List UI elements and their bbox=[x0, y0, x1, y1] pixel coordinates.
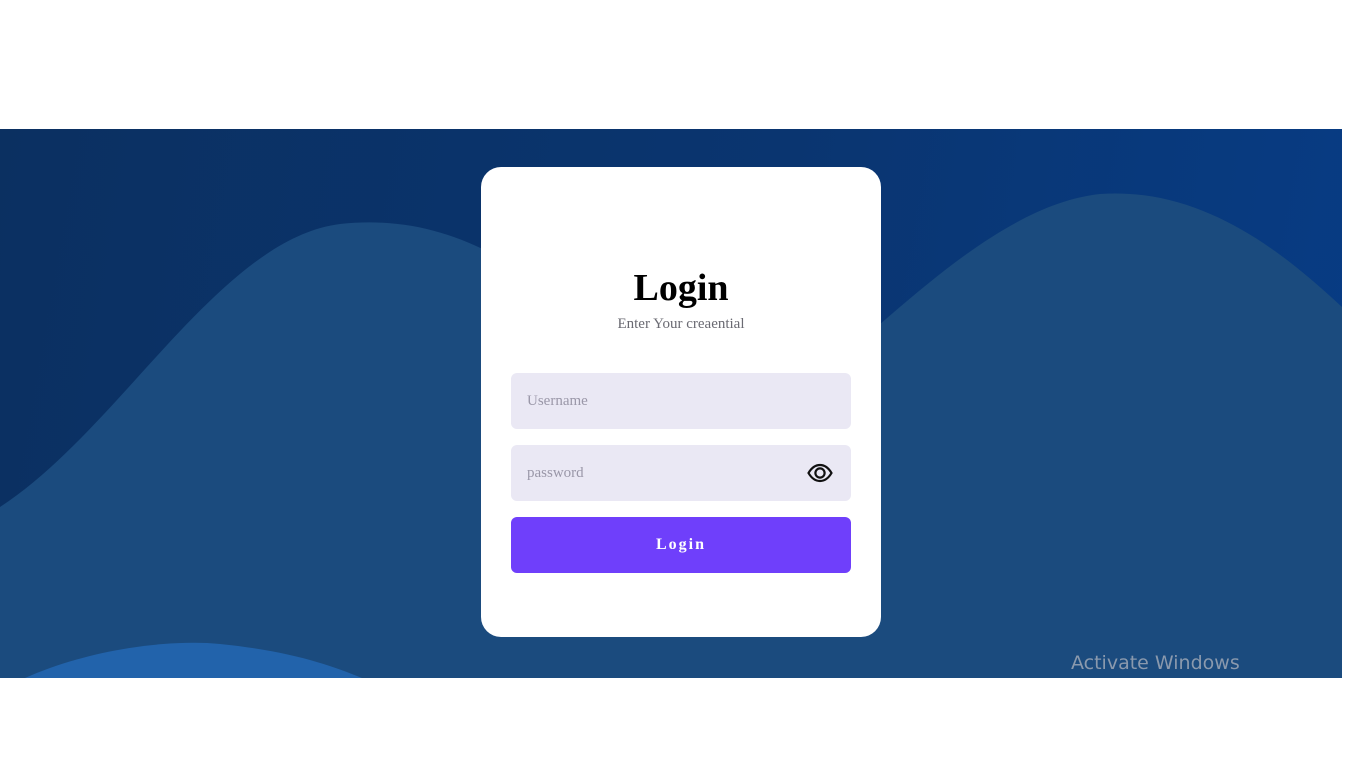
login-title: Login bbox=[633, 267, 729, 309]
login-button[interactable]: Login bbox=[511, 517, 851, 573]
activate-windows-watermark: Activate Windows bbox=[1071, 652, 1240, 674]
username-input[interactable] bbox=[511, 373, 851, 429]
username-field bbox=[511, 373, 851, 429]
eye-icon[interactable] bbox=[807, 461, 833, 485]
login-subtitle: Enter Your creaential bbox=[617, 316, 745, 332]
password-field bbox=[511, 445, 851, 501]
password-input[interactable] bbox=[511, 445, 851, 501]
login-card: Login Enter Your creaential Login bbox=[481, 167, 881, 637]
